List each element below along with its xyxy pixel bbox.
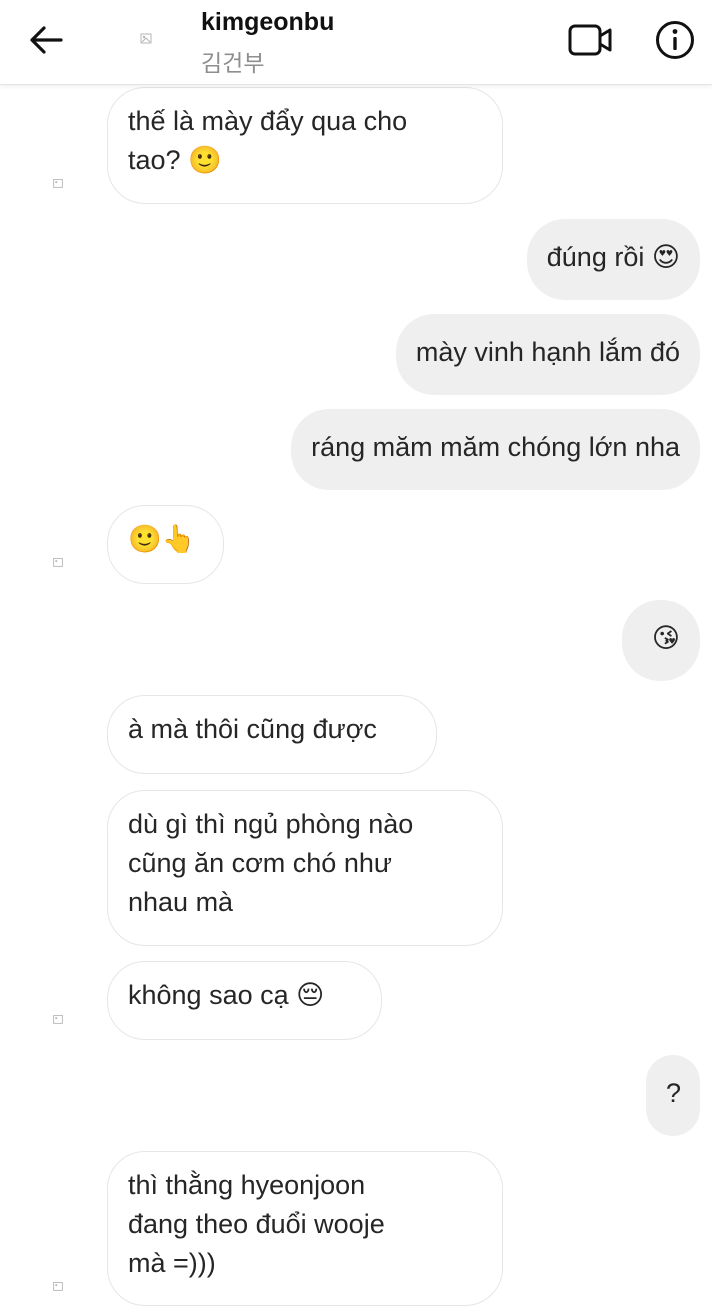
fullname: 김건부 — [201, 51, 265, 77]
sender-avatar[interactable] — [47, 1008, 69, 1030]
chat-header: kimgeonbu 김건부 — [0, 0, 712, 85]
message-incoming[interactable]: thì thằng hyeonjoon đang theo đuổi wooje… — [107, 1151, 503, 1306]
message-outgoing[interactable]: mày vinh hạnh lắm đó — [395, 314, 700, 395]
sender-avatar[interactable] — [47, 172, 69, 194]
message-incoming[interactable]: thế là mày đẩy qua cho tao? 🙂 — [107, 87, 503, 204]
sender-avatar[interactable] — [47, 1275, 69, 1297]
sender-avatar[interactable] — [47, 551, 69, 573]
info-icon — [656, 21, 694, 59]
message-outgoing[interactable]: ráng măm măm chóng lớn nha — [291, 409, 700, 490]
message-incoming[interactable]: 🙂👆 — [107, 505, 224, 584]
back-button[interactable] — [22, 18, 70, 62]
message-incoming[interactable]: không sao cạ 😔 — [107, 961, 382, 1040]
avatar-icon — [140, 33, 152, 44]
message-outgoing[interactable]: ? — [646, 1055, 700, 1136]
avatar-icon — [53, 1282, 63, 1291]
video-camera-icon — [568, 24, 612, 56]
message-thread: thế là mày đẩy qua cho tao? 🙂 đúng rồi 😍… — [0, 85, 712, 1316]
avatar-icon — [53, 1015, 63, 1024]
avatar[interactable] — [132, 24, 160, 52]
message-outgoing[interactable]: 😘 — [622, 600, 700, 681]
video-call-button[interactable] — [565, 18, 617, 62]
username[interactable]: kimgeonbu — [201, 8, 334, 37]
avatar-icon — [53, 179, 63, 188]
avatar-icon — [53, 558, 63, 567]
message-outgoing[interactable]: đúng rồi 😍 — [526, 219, 700, 300]
message-incoming[interactable]: à mà thôi cũng được — [107, 695, 437, 774]
arrow-left-icon — [30, 26, 63, 54]
message-incoming[interactable]: dù gì thì ngủ phòng nào cũng ăn cơm chó … — [107, 790, 503, 946]
info-button[interactable] — [650, 16, 700, 64]
